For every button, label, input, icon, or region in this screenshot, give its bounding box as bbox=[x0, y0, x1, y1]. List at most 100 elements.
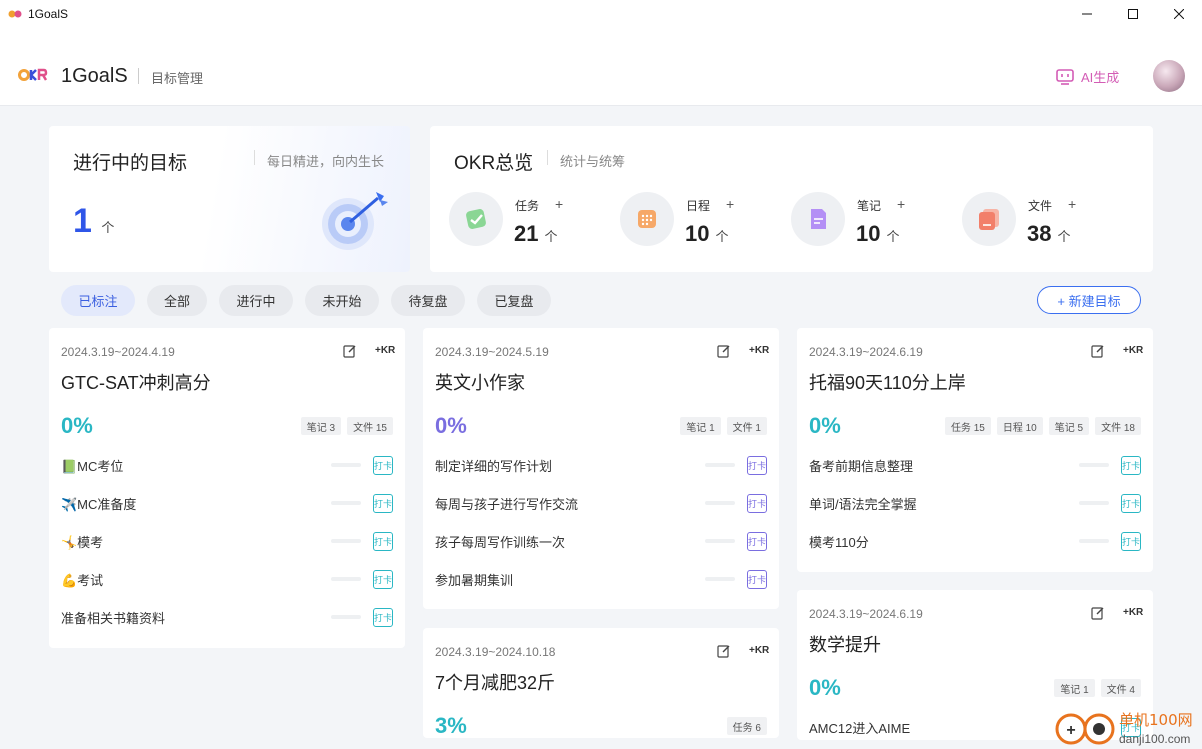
kr-item[interactable]: 制定详细的写作计划 打卡 bbox=[435, 455, 767, 475]
kr-title: 孩子每周写作训练一次 bbox=[435, 534, 566, 550]
kr-progress-bar bbox=[331, 615, 361, 619]
edit-icon[interactable] bbox=[1091, 344, 1105, 363]
checkin-button[interactable]: 打卡 bbox=[747, 493, 767, 513]
filter-chip[interactable]: 全部 bbox=[147, 285, 207, 316]
goal-card[interactable]: 2024.3.19~2024.6.19 +KR 托福90天110分上岸 0% 任… bbox=[797, 328, 1153, 572]
goal-tag[interactable]: 任务 15 bbox=[944, 417, 991, 435]
checkin-button[interactable]: 打卡 bbox=[1121, 493, 1141, 513]
window-title: 1GoalS bbox=[28, 6, 69, 21]
maximize-button[interactable] bbox=[1110, 0, 1156, 28]
edit-icon[interactable] bbox=[717, 644, 731, 663]
okr-stat-label: 任务 bbox=[515, 199, 540, 213]
calendar-icon bbox=[620, 192, 674, 246]
add-kr-button[interactable]: +KR bbox=[749, 645, 769, 656]
kr-title: 📗MC考位 bbox=[61, 458, 124, 474]
kr-item[interactable]: 📗MC考位 打卡 bbox=[61, 455, 393, 475]
goal-date-range: 2024.3.19~2024.6.19 bbox=[809, 345, 923, 359]
app-brand: 1GoalS bbox=[61, 65, 128, 87]
okr-overview-title: OKR总览 bbox=[454, 153, 534, 174]
checkin-button[interactable]: 打卡 bbox=[373, 607, 393, 627]
goal-tag[interactable]: 笔记 1 bbox=[680, 417, 721, 435]
filter-chip[interactable]: 已标注 bbox=[61, 285, 135, 316]
kr-title: 模考110分 bbox=[809, 534, 869, 550]
kr-title: 💪考试 bbox=[61, 572, 104, 588]
goal-tags: 笔记 1 文件 4 bbox=[1048, 679, 1141, 697]
in-progress-title: 进行中的目标 bbox=[73, 153, 188, 174]
user-avatar[interactable] bbox=[1153, 60, 1185, 92]
kr-item[interactable]: 每周与孩子进行写作交流 打卡 bbox=[435, 493, 767, 513]
goal-tag[interactable]: 笔记 1 bbox=[1054, 679, 1095, 697]
goal-card[interactable]: 2024.3.19~2024.4.19 +KR GTC-SAT冲刺高分 0% 笔… bbox=[49, 328, 405, 648]
header-subtitle: 目标管理 bbox=[151, 71, 204, 86]
goal-title: 7个月减肥32斤 bbox=[435, 673, 556, 693]
add-kr-button[interactable]: +KR bbox=[375, 345, 395, 356]
logo-icon bbox=[18, 68, 48, 81]
kr-item[interactable]: 准备相关书籍资料 打卡 bbox=[61, 607, 393, 627]
kr-item[interactable]: 备考前期信息整理 打卡 bbox=[809, 455, 1141, 475]
add-stat-button[interactable]: + bbox=[897, 196, 905, 212]
filter-chip[interactable]: 进行中 bbox=[219, 285, 293, 316]
checkin-button[interactable]: 打卡 bbox=[1121, 531, 1141, 551]
goal-tag[interactable]: 日程 10 bbox=[996, 417, 1043, 435]
kr-progress-bar bbox=[1079, 539, 1109, 543]
checkin-button[interactable]: 打卡 bbox=[1121, 455, 1141, 475]
edit-icon[interactable] bbox=[717, 344, 731, 363]
goal-tag[interactable]: 任务 6 bbox=[726, 717, 767, 735]
goal-card[interactable]: 2024.3.19~2024.5.19 +KR 英文小作家 0% 笔记 1 文件 … bbox=[423, 328, 779, 609]
checkin-button[interactable]: 打卡 bbox=[373, 569, 393, 589]
filter-chip[interactable]: 未开始 bbox=[305, 285, 379, 316]
kr-progress-bar bbox=[331, 539, 361, 543]
ai-generate-button[interactable]: AI生成 bbox=[1056, 67, 1119, 86]
close-button[interactable] bbox=[1156, 0, 1202, 28]
checkin-button[interactable]: 打卡 bbox=[747, 569, 767, 589]
add-kr-button[interactable]: +KR bbox=[1123, 345, 1143, 356]
add-stat-button[interactable]: + bbox=[555, 196, 563, 212]
goal-tag[interactable]: 文件 18 bbox=[1095, 417, 1141, 435]
goal-tag[interactable]: 文件 1 bbox=[726, 417, 767, 435]
add-stat-button[interactable]: + bbox=[726, 196, 734, 212]
kr-item[interactable]: 模考110分 打卡 bbox=[809, 531, 1141, 551]
filter-chip[interactable]: 待复盘 bbox=[391, 285, 465, 316]
goal-tag[interactable]: 笔记 3 bbox=[300, 417, 342, 435]
kr-progress-bar bbox=[705, 539, 735, 543]
watermark-logo: + 单机100网 danji100.com bbox=[1055, 711, 1193, 746]
kr-progress-bar bbox=[705, 501, 735, 505]
kr-title: 参加暑期集训 bbox=[435, 572, 514, 588]
kr-item[interactable]: 单词/语法完全掌握 打卡 bbox=[809, 493, 1141, 513]
window-titlebar: 1GoalS bbox=[0, 0, 1202, 28]
kr-item[interactable]: ✈️MC准备度 打卡 bbox=[61, 493, 393, 513]
goal-progress-percent: 0% bbox=[809, 413, 841, 438]
new-goal-button[interactable]: + 新建目标 bbox=[1037, 286, 1141, 314]
goal-tag[interactable]: 文件 4 bbox=[1100, 679, 1141, 697]
checkin-button[interactable]: 打卡 bbox=[747, 531, 767, 551]
edit-icon[interactable] bbox=[1091, 606, 1105, 625]
kr-item[interactable]: 参加暑期集训 打卡 bbox=[435, 569, 767, 589]
goal-title: 数学提升 bbox=[809, 635, 881, 655]
kr-title: 🤸模考 bbox=[61, 534, 104, 550]
kr-progress-bar bbox=[705, 463, 735, 467]
goal-tag[interactable]: 文件 15 bbox=[347, 417, 393, 435]
checkin-button[interactable]: 打卡 bbox=[373, 455, 393, 475]
goal-tag[interactable]: 笔记 5 bbox=[1048, 417, 1090, 435]
goal-title: 托福90天110分上岸 bbox=[809, 373, 966, 393]
filter-chip[interactable]: 已复盘 bbox=[477, 285, 551, 316]
add-kr-button[interactable]: +KR bbox=[749, 345, 769, 356]
watermark-url: danji100.com bbox=[1119, 732, 1190, 746]
goal-progress-percent: 3% bbox=[435, 713, 467, 738]
goal-tags: 任务 6 bbox=[721, 717, 767, 735]
checkin-button[interactable]: 打卡 bbox=[747, 455, 767, 475]
goal-card[interactable]: 2024.3.19~2024.10.18 +KR 7个月减肥32斤 3% 任务 … bbox=[423, 628, 779, 738]
kr-progress-bar bbox=[331, 577, 361, 581]
kr-item[interactable]: 🤸模考 打卡 bbox=[61, 531, 393, 551]
add-kr-button[interactable]: +KR bbox=[1123, 607, 1143, 618]
minimize-button[interactable] bbox=[1064, 0, 1110, 28]
kr-item[interactable]: 💪考试 打卡 bbox=[61, 569, 393, 589]
kr-item[interactable]: 孩子每周写作训练一次 打卡 bbox=[435, 531, 767, 551]
edit-icon[interactable] bbox=[343, 344, 357, 363]
checkin-button[interactable]: 打卡 bbox=[373, 493, 393, 513]
kr-progress-bar bbox=[1079, 463, 1109, 467]
checkin-button[interactable]: 打卡 bbox=[373, 531, 393, 551]
app-icon bbox=[8, 10, 22, 17]
add-stat-button[interactable]: + bbox=[1068, 196, 1076, 212]
kr-title: 准备相关书籍资料 bbox=[61, 610, 166, 626]
